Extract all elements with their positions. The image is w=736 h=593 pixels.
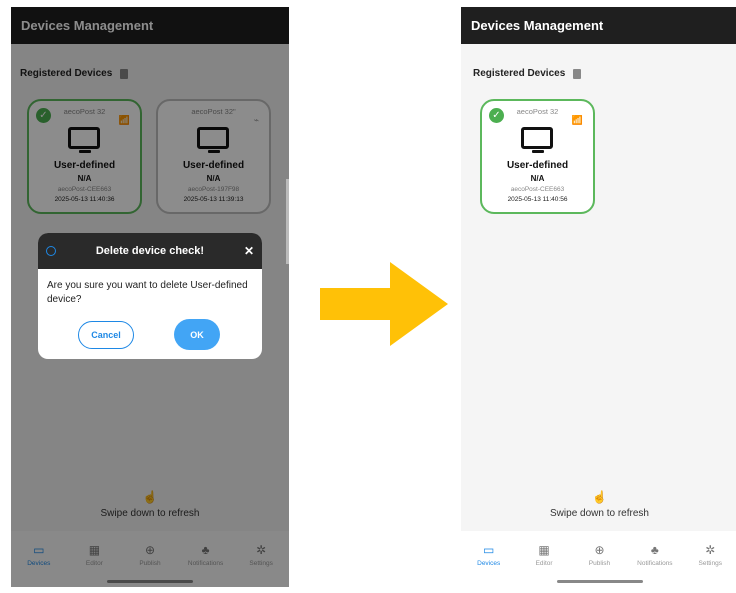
device-title: User-defined xyxy=(506,160,569,171)
device-id: aecoPost-CEE663 xyxy=(510,186,565,193)
publish-icon: ⊕ xyxy=(594,543,605,557)
nav-label: Publish xyxy=(588,560,611,567)
editor-icon: ▦ xyxy=(538,543,550,557)
monitor-icon xyxy=(521,127,553,149)
dialog-title: Delete device check! xyxy=(95,245,205,257)
bottom-nav: ▭ Devices ▦ Editor ⊕ Publish ♣ Notifications… xyxy=(461,531,736,587)
phone-before: Devices Management Registered Devices ✓ … xyxy=(11,7,289,587)
transition-arrow-icon xyxy=(320,262,448,346)
gear-icon: ✲ xyxy=(705,543,716,557)
ok-button[interactable]: OK xyxy=(174,319,220,350)
devices-icon: ▭ xyxy=(483,543,495,557)
device-date: 2025-05-13 11:40:56 xyxy=(507,196,568,203)
device-card[interactable]: ✓ aecoPost 32 📶 User-defined N/A aecoPos… xyxy=(480,99,595,214)
nav-editor[interactable]: ▦ Editor xyxy=(519,543,569,567)
document-icon[interactable] xyxy=(573,68,582,79)
dialog-message: Are you sure you want to delete User-def… xyxy=(47,280,248,305)
app-title: Devices Management xyxy=(471,18,604,33)
nav-publish[interactable]: ⊕ Publish xyxy=(574,543,624,567)
app-bar: Devices Management xyxy=(461,7,736,44)
phone-after: Devices Management Registered Devices ✓ … xyxy=(461,7,736,587)
info-icon xyxy=(46,246,56,256)
nav-label: Settings xyxy=(698,560,723,567)
bell-icon: ♣ xyxy=(650,543,659,557)
home-indicator xyxy=(557,580,643,583)
nav-label: Editor xyxy=(535,560,553,567)
cancel-button[interactable]: Cancel xyxy=(78,321,134,349)
refresh-text: Swipe down to refresh xyxy=(550,508,649,519)
nav-settings[interactable]: ✲ Settings xyxy=(685,543,735,567)
section-header: Registered Devices xyxy=(473,68,582,79)
delete-dialog: Delete device check! ✕ Are you sure you … xyxy=(38,233,262,359)
monitor-stand xyxy=(532,150,544,153)
refresh-hint: ☝ Swipe down to refresh xyxy=(461,490,736,519)
swipe-hand-icon: ☝ xyxy=(592,490,607,504)
device-status: N/A xyxy=(530,174,545,183)
scrollbar[interactable] xyxy=(286,179,289,264)
nav-label: Notifications xyxy=(637,560,673,567)
section-title: Registered Devices xyxy=(473,68,566,79)
nav-devices[interactable]: ▭ Devices xyxy=(464,543,514,567)
dialog-header: Delete device check! ✕ xyxy=(38,233,262,269)
nav-label: Devices xyxy=(477,560,501,567)
close-icon[interactable]: ✕ xyxy=(244,244,254,258)
wifi-icon: 📶 xyxy=(571,115,583,125)
nav-notifications[interactable]: ♣ Notifications xyxy=(630,543,680,567)
